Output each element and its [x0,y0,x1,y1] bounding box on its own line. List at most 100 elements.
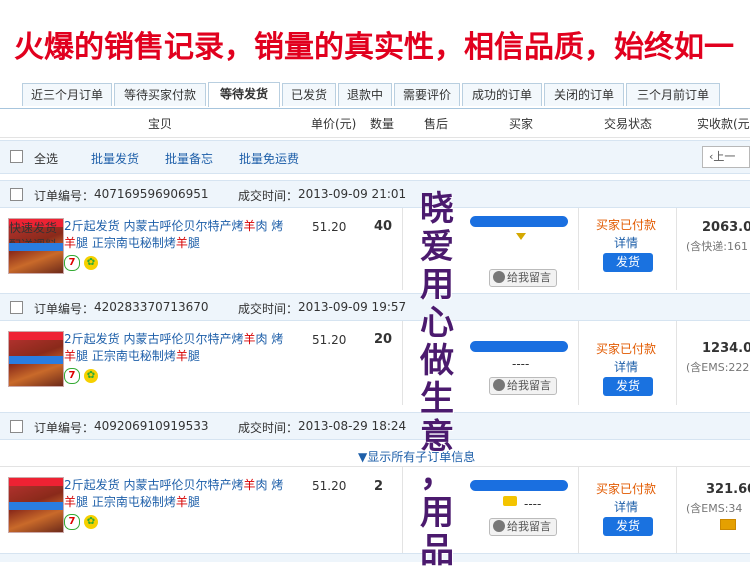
order-status: 买家已付款 [596,342,657,356]
order-checkbox[interactable] [10,188,23,201]
order-detail-link[interactable]: 详情 [614,234,638,251]
amount-received: 1234.00 [702,341,750,356]
tab-successful[interactable]: 成功的订单 [462,83,542,106]
service-icons: 7 ✿ [64,367,102,384]
order-row: 快速发货 配送调料 2斤起发货 内蒙古呼伦贝尔特产烤羊肉 烤羊腿 正宗南屯秘制烤… [0,208,750,290]
product-thumbnail[interactable] [8,331,64,387]
tab-closed[interactable]: 关闭的订单 [544,83,624,106]
batch-action-bar: 全选 批量发货 批量备忘 批量免运费 ‹上一 [0,140,750,174]
watermark-vertical-text: 晓 爱 用 心 做 生 意 ， 用 品 [420,189,454,571]
product-title[interactable]: 2斤起发货 内蒙古呼伦贝尔特产烤羊肉 烤羊腿 正宗南屯秘制烤羊腿 [64,218,294,252]
order-number-label: 订单编号： [34,189,95,203]
col-status: 交易状态 [604,117,653,131]
buyer-remark: ---- [524,497,542,511]
tab-refunding[interactable]: 退款中 [338,83,392,106]
order-checkbox[interactable] [10,301,23,314]
prev-page-label: 上一 [713,150,736,163]
product-title[interactable]: 2斤起发货 内蒙古呼伦贝尔特产烤羊肉 烤羊腿 正宗南屯秘制烤羊腿 [64,477,294,511]
product-thumbnail[interactable] [8,477,64,533]
thumbnail-banner [9,332,63,340]
product-title[interactable]: 2斤起发货 内蒙古呼伦贝尔特产烤羊肉 烤羊腿 正宗南屯秘制烤羊腿 [64,331,294,365]
column-divider [578,208,579,290]
buyer-remark: ---- [512,357,530,371]
seven-day-return-icon: 7 [64,514,80,530]
order-number: 407169596906951 [94,187,209,201]
col-item: 宝贝 [148,117,173,131]
order-number-label: 订单编号： [34,421,95,435]
select-all-label: 全选 [34,152,59,166]
order-detail-link[interactable]: 详情 [614,498,638,515]
batch-free-shipping-link[interactable]: 批量免运费 [239,150,299,167]
col-qty: 数量 [370,117,395,131]
column-divider [676,467,677,553]
buyer-name-redacted[interactable] [470,216,568,227]
batch-note-link[interactable]: 批量备忘 [165,150,213,167]
amount-received: 2063.00 [702,220,750,235]
thumbnail-banner [9,356,63,364]
message-label: 给我留言 [507,520,551,533]
product-thumbnail[interactable]: 快速发货 配送调料 [8,218,64,274]
deal-time: 2013-09-09 19:57 [298,300,407,314]
chat-bubble-icon [493,379,505,391]
order-row: 2斤起发货 内蒙古呼伦贝尔特产烤羊肉 烤羊腿 正宗南屯秘制烤羊腿 7 ✿ 51.2… [0,467,750,553]
thumbnail-banner [9,243,63,251]
batch-ship-link[interactable]: 批量发货 [91,150,139,167]
select-all-checkbox[interactable] [10,150,23,163]
banner-text: 火爆的销售记录，销量的真实性，相信品质，始终如一 [14,30,734,65]
deal-time-label: 成交时间： [238,421,299,435]
amount-received: 321.60 [706,482,750,497]
flower-badge-icon: ✿ [84,369,98,383]
seven-day-return-icon: 7 [64,255,80,271]
service-icons: 7 ✿ [64,513,102,530]
leave-message-button[interactable]: 给我留言 [489,518,557,536]
order-checkbox[interactable] [10,420,23,433]
tab-shipped[interactable]: 已发货 [282,83,336,106]
tab-awaiting-payment[interactable]: 等待买家付款 [114,83,206,106]
tab-recent-three-months[interactable]: 近三个月订单 [22,83,112,106]
order-tabs: 近三个月订单 等待买家付款 等待发货 已发货 退款中 需要评价 成功的订单 关闭… [0,82,750,109]
order-number: 420283370713670 [94,300,209,314]
tab-needs-review[interactable]: 需要评价 [394,83,460,106]
leave-message-button[interactable]: 给我留言 [489,377,557,395]
order-detail-link[interactable]: 详情 [614,358,638,375]
column-divider [578,467,579,553]
flower-badge-icon: ✿ [84,515,98,529]
ship-button[interactable]: 发货 [603,253,653,272]
order-row: 2斤起发货 内蒙古呼伦贝尔特产烤羊肉 烤羊腿 正宗南屯秘制烤羊腿 7 ✿ 51.2… [0,321,750,405]
promo-banner: 火爆的销售记录，销量的真实性，相信品质，始终如一 [0,0,750,82]
prev-page-button[interactable]: ‹上一 [702,146,750,168]
column-divider [402,467,403,553]
unit-price: 51.20 [312,220,347,234]
buyer-name-redacted[interactable] [470,480,568,491]
wangwang-chat-icon[interactable] [503,496,517,506]
unit-price: 51.20 [312,479,347,493]
expand-suborders-row: ▼显示所有子订单信息 [0,440,750,467]
column-divider [676,321,677,405]
col-buyer: 买家 [509,117,534,131]
quantity: 20 [374,332,393,347]
column-header-row: 宝贝 单价(元) 数量 售后 买家 交易状态 实收款(元 [0,109,750,138]
shipping-fee-note: (含EMS:34 [686,502,743,515]
service-icons: 7 ✿ [64,254,102,271]
ship-button[interactable]: 发货 [603,377,653,396]
col-amount: 实收款(元 [697,117,750,131]
leave-message-button[interactable]: 给我留言 [489,269,557,287]
thumbnail-banner [9,478,63,486]
flower-badge-icon: ✿ [84,256,98,270]
tab-awaiting-shipment[interactable]: 等待发货 [208,82,280,107]
column-divider [402,321,403,405]
tab-older-than-three-months[interactable]: 三个月前订单 [626,83,720,106]
quantity: 2 [374,479,384,494]
unit-price: 51.20 [312,333,347,347]
order-header: 订单编号： 407169596906951 成交时间： 2013-09-09 2… [0,180,750,208]
message-label: 给我留言 [507,379,551,392]
buyer-name-redacted[interactable] [470,341,568,352]
column-divider [676,208,677,290]
ship-button[interactable]: 发货 [603,517,653,536]
quantity: 40 [374,219,393,234]
thumbnail-label: 快速发货 配送调料 [9,219,63,252]
column-divider [402,208,403,290]
order-header: 订单编号： 420283370713670 成交时间： 2013-09-09 1… [0,293,750,321]
order-number: 409206910919533 [94,419,209,433]
order-header: 订单编号： 409206910919533 成交时间： 2013-08-29 1… [0,412,750,440]
